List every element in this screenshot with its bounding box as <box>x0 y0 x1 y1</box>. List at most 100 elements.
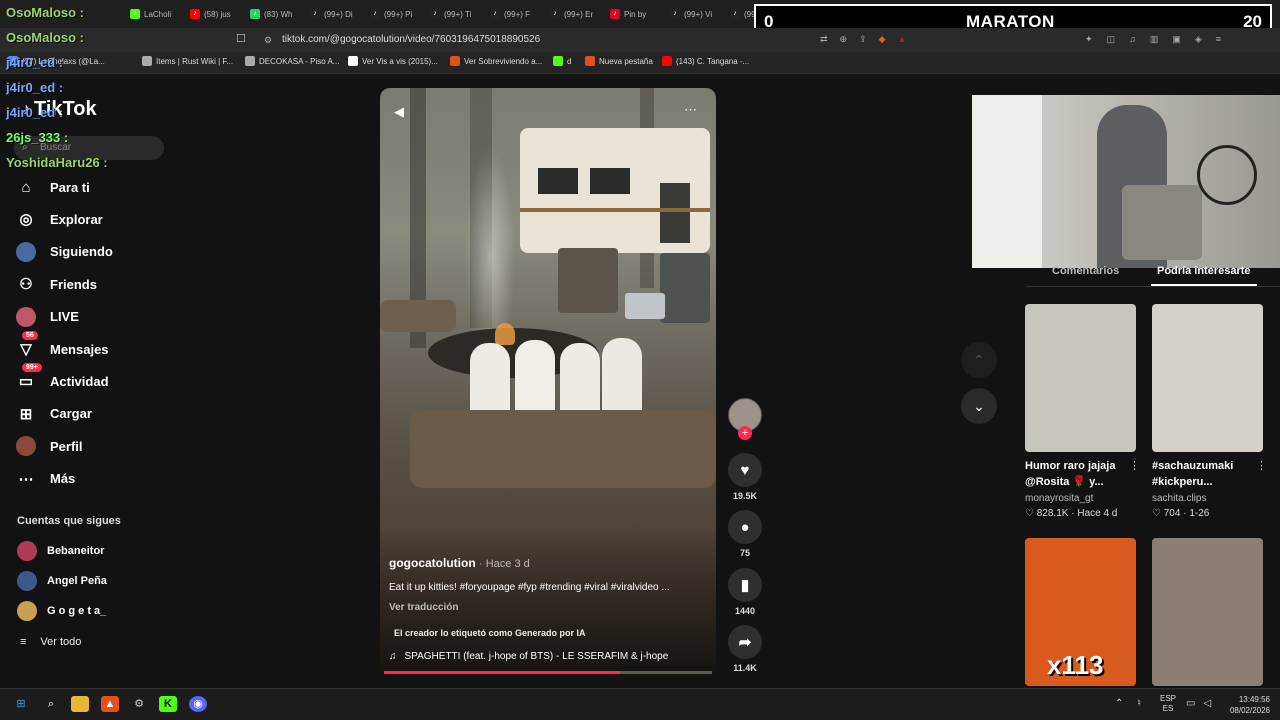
wallet-icon[interactable]: ▣ <box>1172 34 1181 46</box>
video-thumbnail[interactable]: x113 <box>1025 538 1136 686</box>
video-thumbnail[interactable] <box>1152 304 1263 452</box>
network-icon[interactable]: ▭ <box>1186 698 1195 709</box>
zoom-icon[interactable]: ⊕ <box>840 34 848 46</box>
tab-label: LaCholi <box>144 9 172 19</box>
mute-icon[interactable]: ◀ <box>394 104 404 120</box>
sidebar-item-parati[interactable]: ⌂ Para ti <box>16 177 89 197</box>
sidebar-item-cargar[interactable]: ⊞ Cargar <box>16 404 92 424</box>
vpn-icon[interactable]: ◈ <box>1195 34 1202 46</box>
url-field[interactable]: ⚙ tiktok.com/@gogocatolution/video/76031… <box>262 32 822 48</box>
bookmark-icon[interactable]: ▮ <box>728 568 762 602</box>
video-author[interactable]: gogocatolution <box>389 556 476 570</box>
share-icon[interactable]: ⇪ <box>859 34 867 46</box>
tab-label: (99+) Pi <box>384 9 413 19</box>
clock[interactable]: 13:49:56 08/02/2026 <box>1226 694 1270 716</box>
video-thumbnail[interactable] <box>1025 304 1136 452</box>
sidebar-icon[interactable]: ▥ <box>1150 34 1159 46</box>
browser-tab[interactable]: ♪ (83) Wh <box>250 4 304 24</box>
browser-tab[interactable]: ♪ Pin by <box>610 4 664 24</box>
toolbar-right-icons[interactable]: ✦ ◫ ♫ ▥ ▣ ◈ ≡ <box>1085 34 1275 46</box>
sidebar-item-siguiendo[interactable]: Siguiendo <box>16 241 113 262</box>
video-player[interactable]: ◀ ⋯ gogocatolution · Hace 3 d Eat it up … <box>380 88 716 676</box>
extensions-icon[interactable]: ✦ <box>1085 34 1093 46</box>
bookmark-label: d <box>567 56 572 66</box>
translate-icon[interactable]: ⇄ <box>820 34 828 46</box>
video-more-icon[interactable]: ⋯ <box>684 102 697 118</box>
followed-account[interactable]: Bebaneitor <box>17 541 104 561</box>
bookmark-item[interactable]: Items | Rust Wiki | F... <box>142 56 233 66</box>
previous-video-button[interactable]: ⌃ <box>961 342 997 378</box>
avatar <box>17 601 37 621</box>
card-more-icon[interactable]: ⋮ <box>1256 459 1267 472</box>
tab-might-interest[interactable]: Podría interesarte <box>1157 265 1251 277</box>
heart-outline-icon: ♡ <box>1025 508 1037 519</box>
heart-icon[interactable]: ♥ <box>728 453 762 487</box>
volume-icon[interactable]: ◁ <box>1203 698 1211 709</box>
browser-tab[interactable]: ♪ (99+) Ti <box>430 4 484 24</box>
like-action[interactable]: ♥ 19.5K <box>728 453 762 501</box>
chevron-up-icon[interactable]: ⌃ <box>1115 698 1123 709</box>
share-action[interactable]: ➦ 11.4K <box>728 625 762 673</box>
sidebar-item-perfil[interactable]: Perfil <box>16 436 83 457</box>
browser-tab[interactable]: ♪ (58) jus <box>190 4 244 24</box>
video-card-author[interactable]: sachita.clips <box>1152 493 1206 504</box>
menu-icon[interactable]: ≡ <box>1216 34 1221 46</box>
bookmark-item[interactable]: (143) C. Tangana -... <box>662 56 749 66</box>
video-author-line: gogocatolution · Hace 3 d <box>389 556 530 570</box>
windows-start-icon[interactable]: ⊞ <box>12 696 30 712</box>
site-info-icon[interactable]: ⚙ <box>264 32 272 48</box>
brave-browser-icon[interactable]: ▲ <box>101 696 119 712</box>
browser-tab[interactable]: ♪ (99+) Vi <box>670 4 724 24</box>
save-action[interactable]: ▮ 1440 <box>728 568 762 616</box>
taskbar-search-icon[interactable]: ⌕ <box>42 696 60 712</box>
followed-account[interactable]: Angel Peña <box>17 571 107 591</box>
file-explorer-icon[interactable] <box>71 696 89 712</box>
sidebar-item-actividad[interactable]: ▭ Actividad 99+ <box>16 363 109 391</box>
settings-icon[interactable]: ⚙ <box>130 696 148 712</box>
card-more-icon[interactable]: ⋮ <box>1129 459 1140 472</box>
bookmark-item[interactable]: Nueva pestaña <box>585 56 653 66</box>
video-progress-track[interactable] <box>384 671 712 674</box>
rewards-icon[interactable]: ▲ <box>898 34 907 46</box>
bookmark-item[interactable]: Ver Vis a vis (2015)... <box>348 56 438 66</box>
kick-icon[interactable]: K <box>159 696 177 712</box>
browser-tab[interactable]: ♪ (99+) Er <box>550 4 604 24</box>
browser-tab[interactable]: ♪ (99+) Di <box>310 4 364 24</box>
browser-tab[interactable]: ♪ LaCholi <box>130 4 184 24</box>
video-card-author[interactable]: monayrosita_gt <box>1025 493 1093 504</box>
video-thumbnail[interactable] <box>1152 538 1263 686</box>
microphone-icon[interactable]: ♮ <box>1137 698 1141 709</box>
media-icon[interactable]: ♫ <box>1129 34 1136 46</box>
browser-tab[interactable]: ♪ (99+) Pi <box>370 4 424 24</box>
translate-link[interactable]: Ver traducción <box>389 602 458 613</box>
see-all-link[interactable]: ≡ Ver todo <box>20 636 81 648</box>
bookmark-item[interactable]: DECOKASA - Piso A... <box>245 56 339 66</box>
discord-icon[interactable]: ◉ <box>189 696 207 712</box>
sidebar-item-live[interactable]: LIVE <box>16 306 79 327</box>
followed-account[interactable]: G o g e t a_ <box>17 601 106 621</box>
tray-icons[interactable]: ⌃ ♮ <box>1115 698 1141 709</box>
tab-comments[interactable]: Comentarios <box>1052 265 1119 277</box>
language-indicator[interactable]: ESP ES <box>1160 694 1176 714</box>
extension-icons[interactable]: ⇄ ⊕ ⇪ ◆ ▲ <box>820 34 1000 46</box>
bookmark-item[interactable]: Ver Sobreviviendo a... <box>450 56 542 66</box>
notification-badge: 56 <box>22 331 38 340</box>
browser-tab[interactable]: ♪ (99+) F <box>490 4 544 24</box>
sidebar-item-ms[interactable]: ⋯ Más <box>16 469 76 489</box>
follow-plus-icon[interactable]: + <box>738 426 752 440</box>
sidebar-item-explorar[interactable]: ◎ Explorar <box>16 209 102 229</box>
brave-shield-icon[interactable]: ◆ <box>879 34 886 46</box>
next-video-button[interactable]: ⌄ <box>961 388 997 424</box>
music-line[interactable]: ♫ SPAGHETTI (feat. j-hope of BTS) - LE S… <box>389 651 668 662</box>
video-card-title[interactable]: #sachauzumaki #kickperu... <box>1152 458 1264 490</box>
video-card-title[interactable]: Humor raro jajaja @Rosita 🌹 y... <box>1025 458 1137 490</box>
comment-icon[interactable]: ● <box>728 510 762 544</box>
bookmark-item[interactable]: d <box>553 56 571 66</box>
share-arrow-icon[interactable]: ➦ <box>728 625 762 659</box>
system-tray-icons[interactable]: ▭ ◁ <box>1186 698 1211 709</box>
sidebar-item-mensajes[interactable]: ▽ Mensajes 56 <box>16 331 109 359</box>
comment-action[interactable]: ● 75 <box>728 510 762 558</box>
bookmark-star-icon[interactable]: ☐ <box>236 32 246 45</box>
puzzle-icon[interactable]: ◫ <box>1107 34 1116 46</box>
sidebar-item-friends[interactable]: ⚇ Friends <box>16 274 97 294</box>
